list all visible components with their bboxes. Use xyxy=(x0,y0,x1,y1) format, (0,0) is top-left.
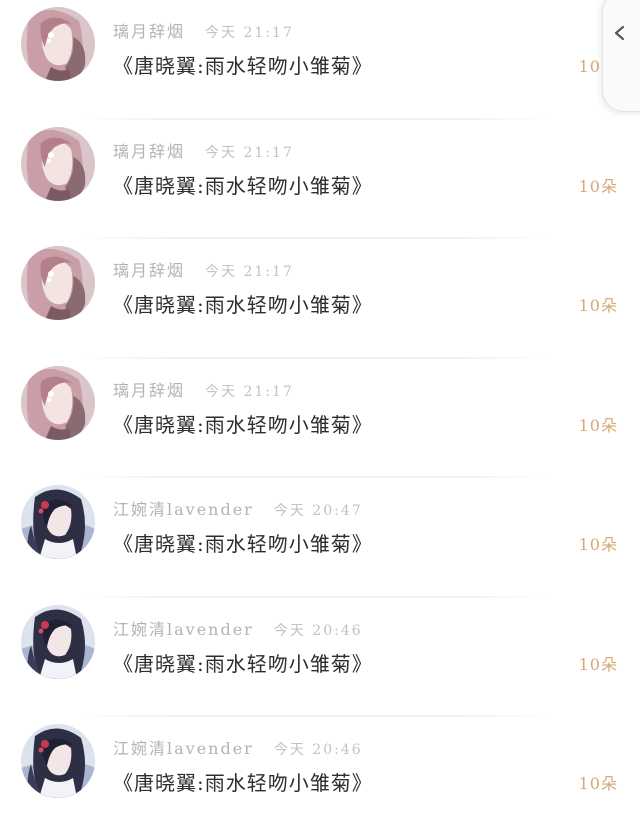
timestamp: 今天 21:17 xyxy=(205,25,294,41)
gift-count: 10朵 xyxy=(578,535,618,554)
gift-count: 10朵 xyxy=(578,774,618,793)
timestamp: 今天 21:17 xyxy=(205,383,294,400)
comment-item[interactable]: 璃月辞烟 今天 21:17 《唐晓翼:雨水轻吻小雏菊》 10朵 xyxy=(0,120,640,239)
timestamp: 今天 20:47 xyxy=(273,503,363,519)
username[interactable]: 璃月辞烟 xyxy=(113,138,185,162)
comment-message: 《唐晓翼:雨水轻吻小雏菊》 xyxy=(113,54,373,78)
username[interactable]: 璃月辞烟 xyxy=(113,377,185,401)
comment-message: 《唐晓翼:雨水轻吻小雏菊》 xyxy=(113,173,373,198)
comment-meta: 璃月辞烟 今天 21:17 xyxy=(113,138,294,161)
comment-item[interactable]: 江婉清lavender 今天 20:46 《唐晓翼:雨水轻吻小雏菊》 10朵 xyxy=(0,598,640,717)
gift-count: 10朵 xyxy=(578,415,618,435)
username[interactable]: 璃月辞烟 xyxy=(113,257,185,281)
user-avatar[interactable] xyxy=(21,605,95,679)
comment-meta: 璃月辞烟 今天 21:17 xyxy=(113,377,294,400)
comment-item[interactable]: 江婉清lavender 今天 20:46 《唐晓翼:雨水轻吻小雏菊》 10朵 xyxy=(0,717,640,837)
user-avatar[interactable] xyxy=(21,246,95,320)
username[interactable]: 江婉清lavender xyxy=(113,735,254,759)
comment-meta: 江婉清lavender 今天 20:46 xyxy=(113,735,363,758)
gift-count: 10朵 xyxy=(578,654,618,674)
username[interactable]: 璃月辞烟 xyxy=(113,18,185,42)
side-drawer-handle[interactable] xyxy=(602,0,640,112)
user-avatar[interactable] xyxy=(21,485,95,559)
comment-message: 《唐晓翼:雨水轻吻小雏菊》 xyxy=(113,532,373,556)
timestamp: 今天 21:17 xyxy=(205,264,294,280)
comment-meta: 璃月辞烟 今天 21:17 xyxy=(113,18,294,41)
user-avatar[interactable] xyxy=(21,127,95,201)
comment-meta: 江婉清lavender 今天 20:47 xyxy=(113,496,363,519)
user-avatar[interactable] xyxy=(21,366,95,440)
timestamp: 今天 20:46 xyxy=(273,742,363,758)
comment-message: 《唐晓翼:雨水轻吻小雏菊》 xyxy=(113,412,373,437)
user-avatar[interactable] xyxy=(21,7,95,81)
chevron-left-icon xyxy=(614,25,625,41)
comment-item[interactable]: 江婉清lavender 今天 20:47 《唐晓翼:雨水轻吻小雏菊》 10朵 xyxy=(0,478,640,598)
comment-message: 《唐晓翼:雨水轻吻小雏菊》 xyxy=(113,651,373,676)
comment-item[interactable]: 璃月辞烟 今天 21:17 《唐晓翼:雨水轻吻小雏菊》 10朵 xyxy=(0,239,640,359)
user-avatar[interactable] xyxy=(21,724,95,798)
comment-item[interactable]: 璃月辞烟 今天 21:17 《唐晓翼:雨水轻吻小雏菊》 10朵 xyxy=(0,359,640,478)
comment-list: 璃月辞烟 今天 21:17 《唐晓翼:雨水轻吻小雏菊》 10朵 璃月辞烟 今天 21:17… xyxy=(0,0,640,837)
gift-count: 10朵 xyxy=(578,296,618,315)
comment-item[interactable]: 璃月辞烟 今天 21:17 《唐晓翼:雨水轻吻小雏菊》 10朵 xyxy=(0,0,640,120)
timestamp: 今天 21:17 xyxy=(205,144,294,161)
comment-message: 《唐晓翼:雨水轻吻小雏菊》 xyxy=(113,293,373,317)
comment-meta: 璃月辞烟 今天 21:17 xyxy=(113,257,294,280)
comment-meta: 江婉清lavender 今天 20:46 xyxy=(113,616,363,639)
username[interactable]: 江婉清lavender xyxy=(113,496,254,520)
gift-count: 10朵 xyxy=(578,176,618,196)
timestamp: 今天 20:46 xyxy=(273,622,363,639)
comment-message: 《唐晓翼:雨水轻吻小雏菊》 xyxy=(113,771,373,795)
username[interactable]: 江婉清lavender xyxy=(113,616,254,640)
